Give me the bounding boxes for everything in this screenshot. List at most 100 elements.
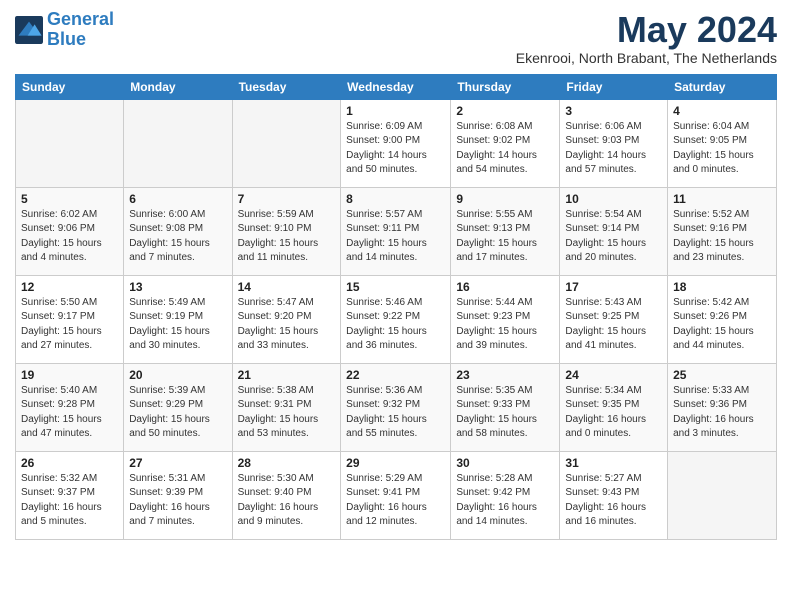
day-number: 29 (346, 456, 445, 470)
day-number: 5 (21, 192, 118, 206)
location-title: Ekenrooi, North Brabant, The Netherlands (516, 50, 777, 66)
calendar-cell: 26Sunrise: 5:32 AM Sunset: 9:37 PM Dayli… (16, 451, 124, 539)
day-info: Sunrise: 5:57 AM Sunset: 9:11 PM Dayligh… (346, 208, 445, 266)
day-info: Sunrise: 5:38 AM Sunset: 9:31 PM Dayligh… (238, 384, 336, 442)
calendar-week-row: 26Sunrise: 5:32 AM Sunset: 9:37 PM Dayli… (16, 451, 777, 539)
day-number: 21 (238, 368, 336, 382)
weekday-header-saturday: Saturday (668, 74, 777, 99)
calendar-week-row: 5 Sunrise: 6:02 AM Sunset: 9:06 PM Daylig… (16, 187, 777, 275)
day-info: Sunrise: 6:04 AM Sunset: 9:05 PM Dayligh… (673, 120, 771, 178)
day-number: 13 (129, 280, 226, 294)
calendar-cell: 1 Sunrise: 6:09 AM Sunset: 9:00 PM Daylig… (341, 99, 451, 187)
calendar-week-row: 12 Sunrise: 5:50 AM Sunset: 9:17 PM Dayli… (16, 275, 777, 363)
day-number: 10 (565, 192, 662, 206)
day-info: Sunrise: 5:29 AM Sunset: 9:41 PM Dayligh… (346, 472, 445, 530)
day-info: Sunrise: 5:42 AM Sunset: 9:26 PM Dayligh… (673, 296, 771, 354)
calendar-cell: 10 Sunrise: 5:54 AM Sunset: 9:14 PM Dayli… (560, 187, 668, 275)
day-number: 17 (565, 280, 662, 294)
calendar-cell (16, 99, 124, 187)
day-number: 11 (673, 192, 771, 206)
day-info: Sunrise: 5:31 AM Sunset: 9:39 PM Dayligh… (129, 472, 226, 530)
day-info: Sunrise: 5:59 AM Sunset: 9:10 PM Dayligh… (238, 208, 336, 266)
day-info: Sunrise: 5:49 AM Sunset: 9:19 PM Dayligh… (129, 296, 226, 354)
calendar-cell: 5 Sunrise: 6:02 AM Sunset: 9:06 PM Daylig… (16, 187, 124, 275)
day-info: Sunrise: 5:39 AM Sunset: 9:29 PM Dayligh… (129, 384, 226, 442)
calendar-cell: 13 Sunrise: 5:49 AM Sunset: 9:19 PM Dayli… (124, 275, 232, 363)
calendar-cell (668, 451, 777, 539)
day-info: Sunrise: 5:55 AM Sunset: 9:13 PM Dayligh… (456, 208, 554, 266)
month-title: May 2024 (516, 10, 777, 50)
day-number: 28 (238, 456, 336, 470)
calendar-cell: 2Sunrise: 6:08 AM Sunset: 9:02 PM Daylig… (451, 99, 560, 187)
calendar-cell: 4 Sunrise: 6:04 AM Sunset: 9:05 PM Daylig… (668, 99, 777, 187)
day-number: 22 (346, 368, 445, 382)
calendar-cell: 20Sunrise: 5:39 AM Sunset: 9:29 PM Dayli… (124, 363, 232, 451)
day-number: 26 (21, 456, 118, 470)
day-info: Sunrise: 5:35 AM Sunset: 9:33 PM Dayligh… (456, 384, 554, 442)
day-info: Sunrise: 6:08 AM Sunset: 9:02 PM Dayligh… (456, 120, 554, 178)
calendar-cell: 29 Sunrise: 5:29 AM Sunset: 9:41 PM Dayli… (341, 451, 451, 539)
day-info: Sunrise: 5:44 AM Sunset: 9:23 PM Dayligh… (456, 296, 554, 354)
day-number: 9 (456, 192, 554, 206)
day-number: 27 (129, 456, 226, 470)
day-info: Sunrise: 5:50 AM Sunset: 9:17 PM Dayligh… (21, 296, 118, 354)
calendar-cell: 27 Sunrise: 5:31 AM Sunset: 9:39 PM Dayli… (124, 451, 232, 539)
day-number: 7 (238, 192, 336, 206)
weekday-header-friday: Friday (560, 74, 668, 99)
day-number: 31 (565, 456, 662, 470)
calendar-cell: 9 Sunrise: 5:55 AM Sunset: 9:13 PM Daylig… (451, 187, 560, 275)
day-number: 23 (456, 368, 554, 382)
calendar-cell: 17 Sunrise: 5:43 AM Sunset: 9:25 PM Dayli… (560, 275, 668, 363)
title-block: May 2024 Ekenrooi, North Brabant, The Ne… (516, 10, 777, 66)
day-info: Sunrise: 5:46 AM Sunset: 9:22 PM Dayligh… (346, 296, 445, 354)
day-number: 25 (673, 368, 771, 382)
day-info: Sunrise: 6:06 AM Sunset: 9:03 PM Dayligh… (565, 120, 662, 178)
day-info: Sunrise: 6:09 AM Sunset: 9:00 PM Dayligh… (346, 120, 445, 178)
day-number: 24 (565, 368, 662, 382)
day-info: Sunrise: 5:30 AM Sunset: 9:40 PM Dayligh… (238, 472, 336, 530)
day-info: Sunrise: 6:02 AM Sunset: 9:06 PM Dayligh… (21, 208, 118, 266)
calendar-cell: 25Sunrise: 5:33 AM Sunset: 9:36 PM Dayli… (668, 363, 777, 451)
calendar-cell (124, 99, 232, 187)
calendar-cell: 24 Sunrise: 5:34 AM Sunset: 9:35 PM Dayli… (560, 363, 668, 451)
calendar-cell: 30Sunrise: 5:28 AM Sunset: 9:42 PM Dayli… (451, 451, 560, 539)
calendar-cell: 11Sunrise: 5:52 AM Sunset: 9:16 PM Dayli… (668, 187, 777, 275)
day-info: Sunrise: 5:36 AM Sunset: 9:32 PM Dayligh… (346, 384, 445, 442)
day-number: 4 (673, 104, 771, 118)
calendar-cell: 22 Sunrise: 5:36 AM Sunset: 9:32 PM Dayli… (341, 363, 451, 451)
calendar-cell (232, 99, 341, 187)
calendar-cell: 7 Sunrise: 5:59 AM Sunset: 9:10 PM Daylig… (232, 187, 341, 275)
weekday-header-sunday: Sunday (16, 74, 124, 99)
day-number: 16 (456, 280, 554, 294)
day-info: Sunrise: 5:54 AM Sunset: 9:14 PM Dayligh… (565, 208, 662, 266)
calendar-cell: 15Sunrise: 5:46 AM Sunset: 9:22 PM Dayli… (341, 275, 451, 363)
calendar-cell: 31Sunrise: 5:27 AM Sunset: 9:43 PM Dayli… (560, 451, 668, 539)
day-number: 6 (129, 192, 226, 206)
weekday-header-tuesday: Tuesday (232, 74, 341, 99)
calendar-cell: 23 Sunrise: 5:35 AM Sunset: 9:33 PM Dayli… (451, 363, 560, 451)
day-number: 8 (346, 192, 445, 206)
day-number: 18 (673, 280, 771, 294)
day-info: Sunrise: 5:47 AM Sunset: 9:20 PM Dayligh… (238, 296, 336, 354)
day-info: Sunrise: 6:00 AM Sunset: 9:08 PM Dayligh… (129, 208, 226, 266)
weekday-header-wednesday: Wednesday (341, 74, 451, 99)
calendar-cell: 12 Sunrise: 5:50 AM Sunset: 9:17 PM Dayli… (16, 275, 124, 363)
calendar-cell: 3 Sunrise: 6:06 AM Sunset: 9:03 PM Daylig… (560, 99, 668, 187)
day-info: Sunrise: 5:43 AM Sunset: 9:25 PM Dayligh… (565, 296, 662, 354)
calendar-cell: 21 Sunrise: 5:38 AM Sunset: 9:31 PM Dayli… (232, 363, 341, 451)
calendar-cell: 19Sunrise: 5:40 AM Sunset: 9:28 PM Dayli… (16, 363, 124, 451)
weekday-header-thursday: Thursday (451, 74, 560, 99)
calendar-table: SundayMondayTuesdayWednesdayThursdayFrid… (15, 74, 777, 540)
calendar-cell: 16 Sunrise: 5:44 AM Sunset: 9:23 PM Dayli… (451, 275, 560, 363)
calendar-cell: 28 Sunrise: 5:30 AM Sunset: 9:40 PM Dayli… (232, 451, 341, 539)
day-number: 30 (456, 456, 554, 470)
calendar-cell: 18 Sunrise: 5:42 AM Sunset: 9:26 PM Dayli… (668, 275, 777, 363)
day-number: 12 (21, 280, 118, 294)
calendar-week-row: 19Sunrise: 5:40 AM Sunset: 9:28 PM Dayli… (16, 363, 777, 451)
day-number: 3 (565, 104, 662, 118)
logo-icon (15, 16, 43, 44)
day-number: 1 (346, 104, 445, 118)
day-info: Sunrise: 5:34 AM Sunset: 9:35 PM Dayligh… (565, 384, 662, 442)
weekday-header-monday: Monday (124, 74, 232, 99)
calendar-cell: 6 Sunrise: 6:00 AM Sunset: 9:08 PM Daylig… (124, 187, 232, 275)
